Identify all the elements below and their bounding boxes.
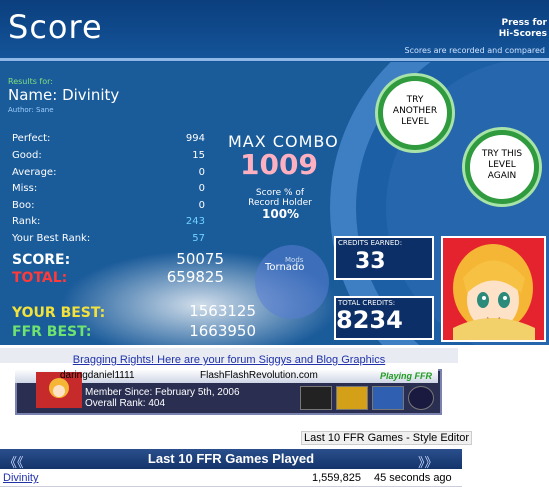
record-pct-value: 100% bbox=[262, 207, 300, 221]
character-avatar bbox=[441, 236, 546, 342]
rank-label: Rank: bbox=[12, 216, 41, 227]
boo-value: 0 bbox=[198, 200, 205, 211]
signature-site: FlashFlashRevolution.com bbox=[200, 370, 318, 381]
try-level-again-button[interactable]: TRY THIS LEVEL AGAIN bbox=[465, 130, 539, 204]
credits-earned-value: 33 bbox=[355, 249, 386, 274]
signature-thumb-4 bbox=[408, 386, 434, 410]
signature-thumb-2 bbox=[336, 386, 368, 410]
bragging-rights-link[interactable]: Bragging Rights! Here are your forum Sig… bbox=[73, 354, 385, 366]
hi-scores-label-1: Press for bbox=[501, 18, 547, 28]
header-divider bbox=[0, 58, 549, 61]
signature-thumb-3 bbox=[372, 386, 404, 410]
your-best-value: 1563125 bbox=[189, 302, 256, 320]
perfect-value: 994 bbox=[185, 133, 205, 144]
scores-note: Scores are recorded and compared bbox=[404, 46, 545, 55]
average-value: 0 bbox=[198, 167, 205, 178]
hi-scores-label-2: Hi-Scores bbox=[498, 29, 547, 39]
record-pct-label: Score % of Record Holder bbox=[245, 188, 315, 208]
record-pct-label-1: Score % of bbox=[255, 188, 305, 198]
score-screen: Score Press for Hi-Scores Scores are rec… bbox=[0, 0, 549, 345]
signature-rank: Overall Rank: 404 bbox=[85, 398, 166, 409]
score-label: SCORE: bbox=[12, 252, 71, 268]
boo-label: Boo: bbox=[12, 200, 35, 211]
average-label: Average: bbox=[12, 167, 57, 178]
perfect-label: Perfect: bbox=[12, 133, 51, 144]
bragging-rights-bar: Bragging Rights! Here are your forum Sig… bbox=[0, 348, 458, 366]
good-value: 15 bbox=[192, 150, 205, 161]
try-again-line-1: TRY THIS bbox=[481, 149, 523, 159]
your-best-label: YOUR BEST: bbox=[12, 305, 106, 321]
last10-title: Last 10 FFR Games Played bbox=[147, 451, 315, 466]
total-value: 659825 bbox=[166, 268, 224, 286]
game-time: 45 seconds ago bbox=[374, 472, 452, 484]
try-another-line-1: TRY bbox=[406, 95, 424, 105]
page-title: Score bbox=[8, 8, 103, 46]
miss-label: Miss: bbox=[12, 183, 38, 194]
best-rank-value: 57 bbox=[192, 233, 205, 244]
try-again-line-2: LEVEL bbox=[488, 160, 516, 170]
total-label: TOTAL: bbox=[12, 270, 68, 286]
rank-value: 243 bbox=[185, 216, 205, 227]
song-author: Author: Sane bbox=[8, 106, 54, 114]
song-name: Name: Divinity bbox=[8, 86, 120, 104]
max-combo-value: 1009 bbox=[240, 148, 318, 181]
signature-username: daringdaniel1111 bbox=[60, 370, 135, 381]
try-another-line-2: ANOTHER bbox=[392, 106, 438, 116]
style-editor-button[interactable]: Last 10 FFR Games - Style Editor bbox=[301, 431, 473, 445]
ffr-best-value: 1663950 bbox=[189, 322, 256, 340]
best-rank-label: Your Best Rank: bbox=[12, 233, 91, 244]
miss-value: 0 bbox=[198, 183, 205, 194]
ffr-best-label: FFR BEST: bbox=[12, 324, 92, 340]
anime-girl-icon bbox=[443, 238, 544, 340]
try-another-level-button[interactable]: TRY ANOTHER LEVEL bbox=[378, 76, 452, 150]
try-again-line-3: AGAIN bbox=[487, 171, 517, 181]
signature-thumb-1 bbox=[300, 386, 332, 410]
hi-scores-button[interactable]: Press for Hi-Scores bbox=[499, 18, 547, 40]
try-another-line-3: LEVEL bbox=[401, 117, 429, 127]
signature-playing: Playing FFR bbox=[380, 371, 433, 381]
game-song-link[interactable]: Divinity bbox=[3, 472, 38, 484]
results-for-label: Results for: bbox=[8, 77, 53, 86]
credits-earned-label: CREDITS EARNED: bbox=[338, 239, 403, 247]
total-credits-value: 8234 bbox=[336, 306, 403, 334]
signature-member-since: Member Since: February 5th, 2006 bbox=[85, 387, 240, 398]
good-label: Good: bbox=[12, 150, 42, 161]
score-value: 50075 bbox=[176, 250, 224, 268]
game-score: 1,559,825 bbox=[312, 472, 361, 484]
mods-value: Tornado bbox=[265, 262, 305, 273]
